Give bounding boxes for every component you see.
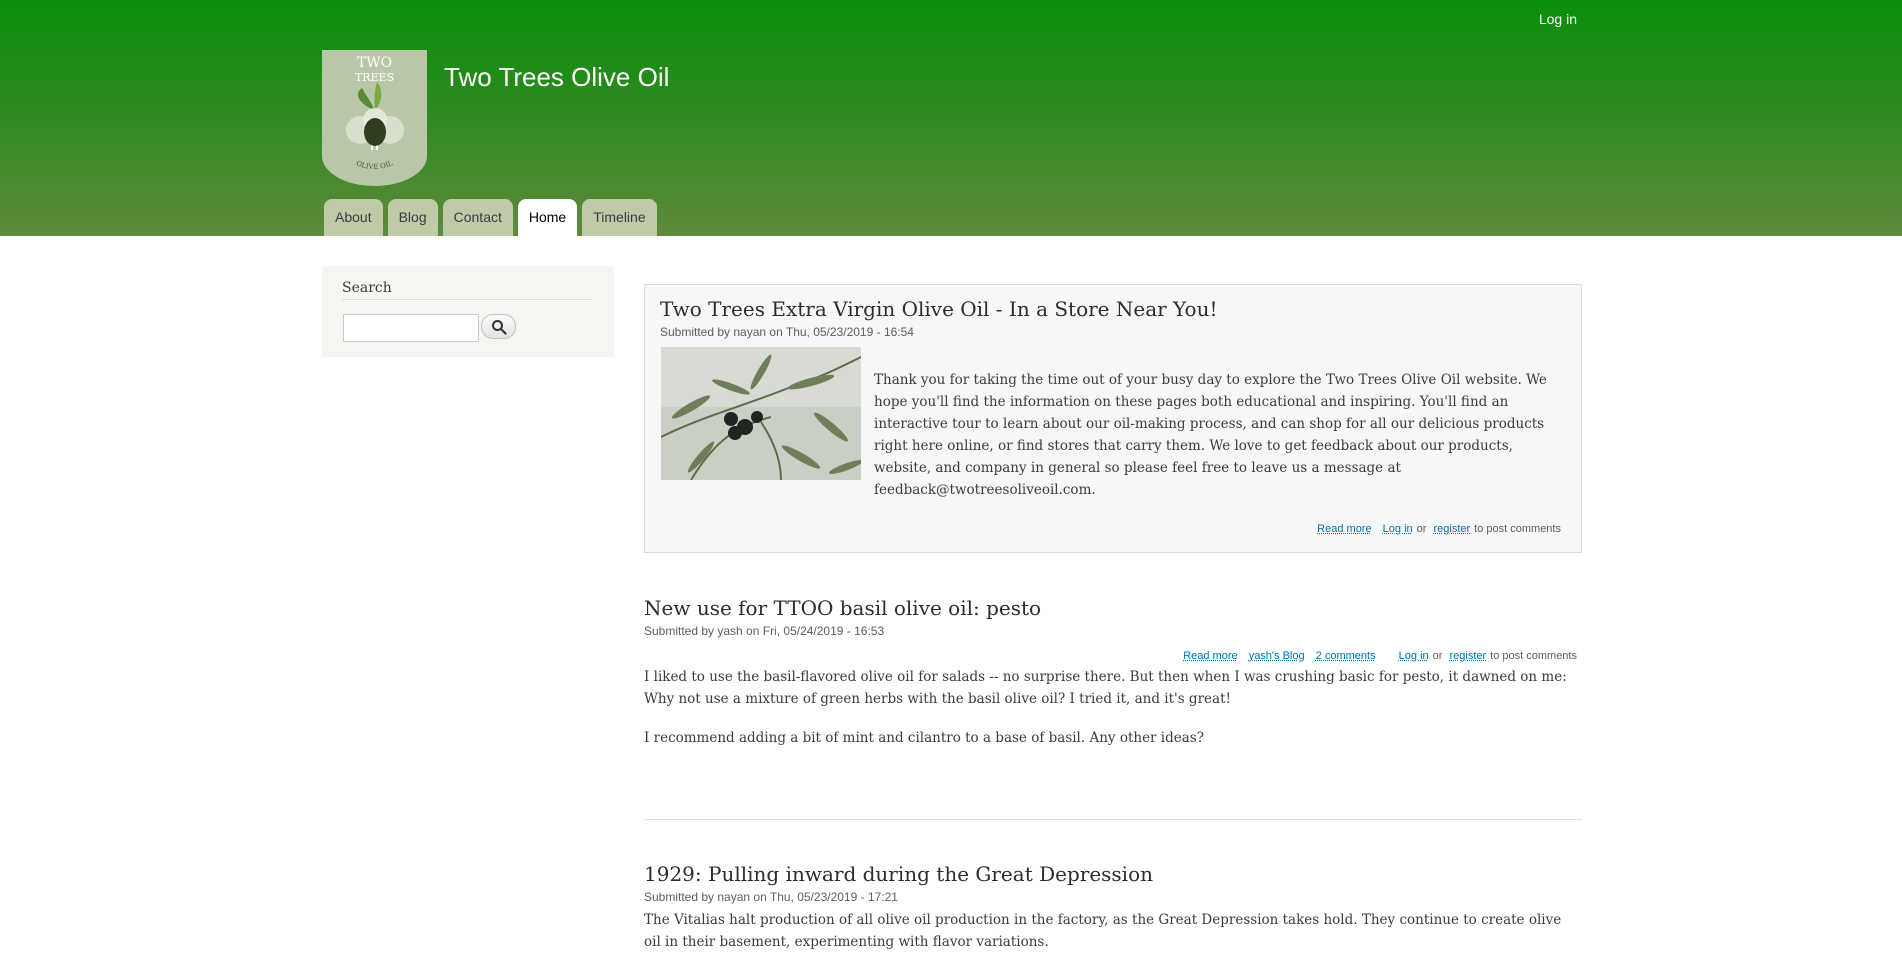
login-link[interactable]: Log in xyxy=(1399,650,1429,662)
post-comments-text: to post comments xyxy=(1490,650,1577,662)
article-body: The Vitalias halt production of all oliv… xyxy=(644,912,1562,950)
article-depression: 1929: Pulling inward during the Great De… xyxy=(644,862,1582,969)
register-link[interactable]: register xyxy=(1433,523,1470,535)
login-link[interactable]: Log in xyxy=(1539,11,1577,27)
tab-timeline[interactable]: Timeline xyxy=(582,199,657,236)
comments-link[interactable]: 2 comments xyxy=(1316,650,1376,662)
logo-line2: TREES xyxy=(355,71,394,84)
article-submitted: Submitted by nayan on Thu, 05/23/2019 - … xyxy=(660,325,914,339)
olive-branch-image xyxy=(661,347,861,480)
search-button[interactable] xyxy=(481,314,516,339)
article-pesto: New use for TTOO basil olive oil: pesto … xyxy=(644,596,1582,796)
tab-home[interactable]: Home xyxy=(517,199,578,236)
article-title[interactable]: Two Trees Extra Virgin Olive Oil - In a … xyxy=(660,297,1217,321)
search-input[interactable] xyxy=(343,314,479,342)
register-link[interactable]: register xyxy=(1449,650,1486,662)
site-logo[interactable]: TWO TREES OLIVE OIL xyxy=(322,50,427,187)
or-text: or xyxy=(1416,523,1427,535)
logo-graphic: TWO TREES OLIVE OIL xyxy=(322,50,427,187)
read-more-link[interactable]: Read more xyxy=(1317,523,1371,535)
article-submitted: Submitted by nayan on Thu, 05/23/2019 - … xyxy=(644,890,898,904)
article-body: Thank you for taking the time out of you… xyxy=(874,372,1547,498)
read-more-link[interactable]: Read more xyxy=(1183,650,1237,662)
article-paragraph: I liked to use the basil-flavored olive … xyxy=(644,669,1567,707)
article-submitted: Submitted by yash on Fri, 05/24/2019 - 1… xyxy=(644,624,885,638)
site-name[interactable]: Two Trees Olive Oil xyxy=(444,62,669,93)
blog-link[interactable]: yash's Blog xyxy=(1249,650,1305,662)
article-promoted: Two Trees Extra Virgin Olive Oil - In a … xyxy=(644,284,1582,553)
article-divider xyxy=(644,819,1582,820)
article-title[interactable]: 1929: Pulling inward during the Great De… xyxy=(644,862,1153,886)
tab-blog[interactable]: Blog xyxy=(387,199,438,236)
post-comments-text: to post comments xyxy=(1474,523,1561,535)
site-header: Log in TWO TREES OLIVE OIL Two Trees Oli… xyxy=(0,0,1902,236)
tab-contact[interactable]: Contact xyxy=(442,199,513,236)
olive-icon xyxy=(364,118,386,146)
main-menu: About Blog Contact Home Timeline xyxy=(324,199,662,236)
search-block-title: Search xyxy=(342,280,592,300)
magnifier-icon xyxy=(491,319,507,335)
article-links: Read more yash's Blog 2 comments Log in o… xyxy=(1183,650,1577,662)
tab-about[interactable]: About xyxy=(324,199,383,236)
logo-line1: TWO xyxy=(357,55,392,71)
or-text: or xyxy=(1432,650,1443,662)
login-link[interactable]: Log in xyxy=(1383,523,1413,535)
search-block: Search xyxy=(322,266,614,357)
article-paragraph: I recommend adding a bit of mint and cil… xyxy=(644,730,1204,746)
article-links: Read more Log in or register to post comme… xyxy=(1317,523,1561,535)
article-title[interactable]: New use for TTOO basil olive oil: pesto xyxy=(644,596,1041,620)
